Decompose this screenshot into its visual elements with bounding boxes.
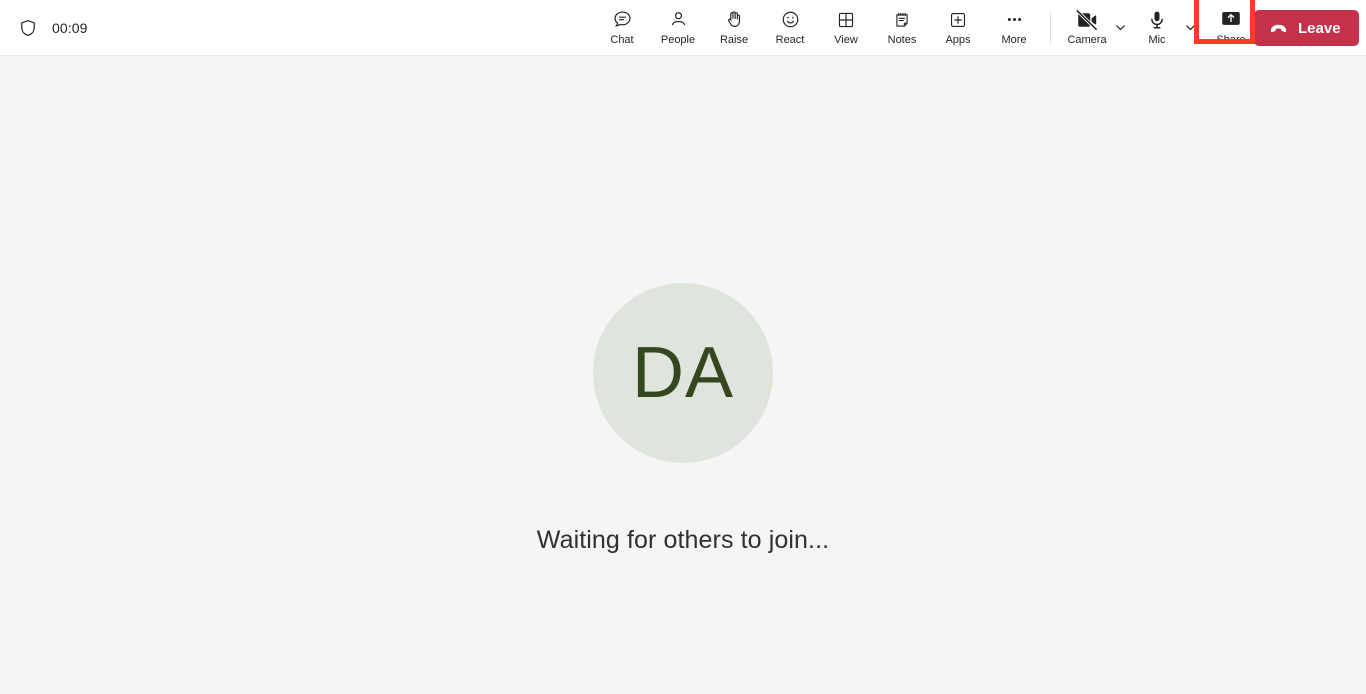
chat-label: Chat: [610, 33, 634, 46]
chat-button[interactable]: Chat: [594, 2, 650, 54]
meeting-timer: 00:09: [52, 19, 88, 36]
more-button[interactable]: More: [986, 2, 1042, 54]
camera-button[interactable]: Camera: [1059, 2, 1115, 54]
hangup-phone-icon: [1268, 18, 1289, 39]
meeting-toolbar: 00:09 Chat People Raise React View Notes…: [0, 0, 1366, 56]
chat-icon: [612, 9, 633, 31]
notes-label: Notes: [887, 33, 917, 46]
notes-button[interactable]: Notes: [874, 2, 930, 54]
view-button[interactable]: View: [818, 2, 874, 54]
apps-button[interactable]: Apps: [930, 2, 986, 54]
leave-label: Leave: [1298, 19, 1341, 37]
view-grid-icon: [836, 9, 856, 31]
mic-label: Mic: [1148, 33, 1166, 46]
mic-button[interactable]: Mic: [1129, 2, 1185, 54]
camera-label: Camera: [1067, 33, 1107, 46]
mic-options-chevron-down-icon[interactable]: [1181, 2, 1199, 54]
react-button[interactable]: React: [762, 2, 818, 54]
raise-hand-icon: [724, 9, 745, 31]
view-label: View: [834, 33, 858, 46]
people-icon: [668, 9, 689, 31]
waiting-message: Waiting for others to join...: [536, 526, 830, 554]
shield-icon: [18, 18, 38, 38]
meeting-stage: DA Waiting for others to join...: [0, 56, 1366, 694]
avatar: DA: [593, 283, 773, 463]
share-screen-icon: [1220, 9, 1242, 31]
notes-icon: [892, 9, 912, 31]
share-button[interactable]: Share: [1203, 2, 1259, 54]
raise-hand-label: Raise: [719, 33, 749, 46]
more-ellipsis-icon: [1004, 9, 1025, 31]
microphone-icon: [1146, 9, 1168, 31]
raise-hand-button[interactable]: Raise: [706, 2, 762, 54]
apps-label: Apps: [945, 33, 971, 46]
camera-off-icon: [1075, 8, 1099, 31]
share-label: Share: [1216, 33, 1246, 46]
react-label: React: [775, 33, 805, 46]
share-group: Share: [1194, 0, 1259, 54]
people-label: People: [660, 33, 696, 46]
leave-button[interactable]: Leave: [1254, 10, 1359, 46]
avatar-initials: DA: [631, 333, 735, 413]
apps-plus-icon: [948, 9, 968, 31]
toolbar-divider: [1050, 11, 1051, 44]
react-emoji-icon: [780, 9, 801, 31]
camera-group: Camera: [1059, 2, 1129, 54]
people-button[interactable]: People: [650, 2, 706, 54]
camera-options-chevron-down-icon[interactable]: [1111, 2, 1129, 54]
more-label: More: [1001, 33, 1027, 46]
toolbar-controls: Chat People Raise React View Notes Apps …: [594, 0, 1259, 55]
mic-group: Mic: [1129, 2, 1199, 54]
meeting-info: 00:09: [18, 0, 88, 55]
